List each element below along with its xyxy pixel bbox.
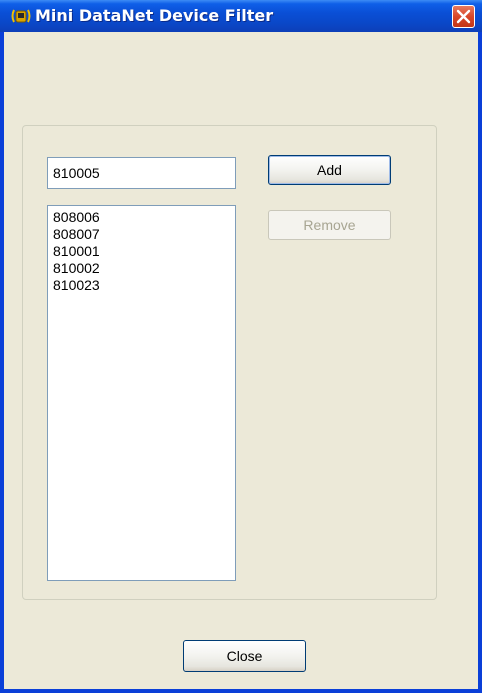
dialog-body: Add Remove 808006 808007 810001 810002 8…	[4, 32, 478, 689]
list-item[interactable]: 810002	[53, 260, 230, 277]
remove-button[interactable]: Remove	[268, 210, 391, 240]
device-list[interactable]: 808006 808007 810001 810002 810023	[47, 205, 236, 581]
close-button[interactable]: Close	[183, 640, 306, 672]
list-item[interactable]: 810001	[53, 243, 230, 260]
close-icon	[456, 9, 471, 24]
window-title: Mini DataNet Device Filter	[35, 6, 274, 25]
antenna-icon	[10, 7, 32, 25]
dialog-window: Mini DataNet Device Filter Add Remove 80…	[0, 0, 482, 693]
window-close-button[interactable]	[452, 5, 475, 28]
add-button[interactable]: Add	[268, 155, 391, 185]
list-item[interactable]: 810023	[53, 277, 230, 294]
device-id-input[interactable]	[47, 157, 236, 189]
title-bar[interactable]: Mini DataNet Device Filter	[0, 0, 482, 32]
list-item[interactable]: 808006	[53, 209, 230, 226]
list-item[interactable]: 808007	[53, 226, 230, 243]
